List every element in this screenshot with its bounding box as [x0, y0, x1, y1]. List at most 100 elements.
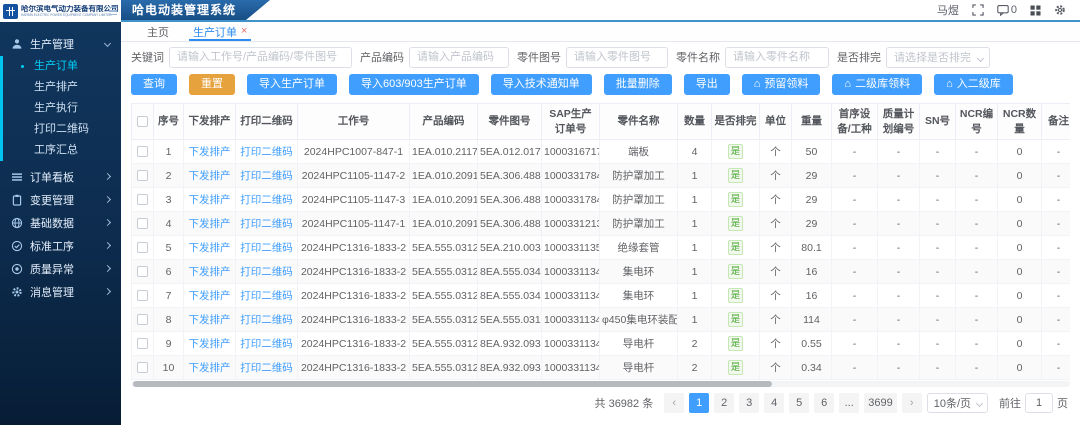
row-checkbox[interactable] [137, 194, 148, 205]
goto-page-input[interactable] [1025, 393, 1053, 413]
dispatch-link[interactable]: 下发排产 [189, 242, 231, 254]
row-checkbox[interactable] [137, 218, 148, 229]
print-qr-link[interactable]: 打印二维码 [240, 314, 293, 326]
company-name: 哈尔滨电气动力装备有限公司 [21, 5, 118, 13]
print-qr-link[interactable]: 打印二维码 [240, 338, 293, 350]
sidebar-item-print-qrcode[interactable]: 打印二维码 [3, 119, 121, 140]
dispatch-link[interactable]: 下发排产 [189, 146, 231, 158]
row-checkbox[interactable] [137, 266, 148, 277]
scheduled-badge: 是 [728, 288, 744, 303]
tab-home[interactable]: 主页 [135, 22, 181, 41]
apps-grid-icon[interactable] [1030, 5, 1041, 16]
sidebar-item-process-summary[interactable]: 工序汇总 [3, 140, 121, 161]
column-header: SAP生产订单号 [542, 104, 600, 140]
sidebar-group-message-mgmt[interactable]: 消息管理 [0, 280, 121, 303]
part-drawing-input[interactable] [566, 47, 668, 68]
filter-bar: 关键词 产品编码 零件图号 零件名称 是否排完 [131, 46, 1070, 68]
into-secondary-button[interactable]: ⌂入二级库 [934, 74, 1013, 95]
tab-close-icon[interactable]: × [241, 26, 247, 37]
column-header: 工作号 [298, 104, 410, 140]
scrollbar-thumb[interactable] [133, 381, 772, 387]
part-drawing-label: 零件图号 [517, 49, 561, 65]
sidebar-item-production-scheduling[interactable]: 生产排产 [3, 77, 121, 98]
row-checkbox[interactable] [137, 170, 148, 181]
part-name-input[interactable] [725, 47, 829, 68]
print-qr-link[interactable]: 打印二维码 [240, 146, 293, 158]
sidebar-group-base-data[interactable]: 基础数据 [0, 211, 121, 234]
row-checkbox[interactable] [137, 290, 148, 301]
row-checkbox[interactable] [137, 146, 148, 157]
row-checkbox[interactable] [137, 314, 148, 325]
export-button[interactable]: 导出 [684, 74, 730, 95]
column-header: SN号 [920, 104, 956, 140]
chevron-right-icon [104, 173, 111, 180]
column-header: NCR数量 [998, 104, 1042, 140]
page-button[interactable]: 4 [764, 393, 784, 413]
print-qr-link[interactable]: 打印二维码 [240, 194, 293, 206]
import-603-button[interactable]: 导入603/903生产订单 [349, 74, 479, 95]
horizontal-scrollbar[interactable] [131, 381, 1070, 387]
pagination: 共 36982 条 ‹ 123456...3699 › 10条/页 前往 页 [131, 393, 1070, 413]
print-qr-link[interactable]: 打印二维码 [240, 170, 293, 182]
user-name[interactable]: 马煜 [937, 2, 959, 18]
page-button[interactable]: 6 [814, 393, 834, 413]
prev-page-button[interactable]: ‹ [664, 393, 684, 413]
next-page-button[interactable]: › [902, 393, 922, 413]
chevron-down-icon [976, 400, 983, 407]
print-qr-link[interactable]: 打印二维码 [240, 242, 293, 254]
import-tech-notice-button[interactable]: 导入技术通知单 [491, 74, 592, 95]
column-header: 零件图号 [478, 104, 542, 140]
batch-delete-button[interactable]: 批量删除 [604, 74, 672, 95]
sidebar-group-quality-anomaly[interactable]: 质量异常 [0, 257, 121, 280]
row-checkbox[interactable] [137, 362, 148, 373]
product-code-input[interactable] [409, 47, 509, 68]
page-ellipsis[interactable]: ... [839, 393, 859, 413]
message-icon[interactable]: 0 [997, 4, 1017, 16]
dispatch-link[interactable]: 下发排产 [189, 338, 231, 350]
page-size-select[interactable]: 10条/页 [927, 393, 988, 413]
app-window: 哈尔滨电气动力装备有限公司 HARBIN ELECTRIC POWER EQUI… [0, 0, 1080, 425]
tab-production-order[interactable]: 生产订单 × [181, 22, 259, 41]
row-checkbox[interactable] [137, 242, 148, 253]
sidebar-item-production-execution[interactable]: 生产执行 [3, 98, 121, 119]
query-button[interactable]: 查询 [131, 74, 177, 95]
dispatch-link[interactable]: 下发排产 [189, 170, 231, 182]
sidebar-collapse-icon[interactable] [109, 0, 121, 22]
sidebar-group-standard-process[interactable]: 标准工序 [0, 234, 121, 257]
sidebar-item-production-order[interactable]: 生产订单 [3, 56, 121, 77]
print-qr-link[interactable]: 打印二维码 [240, 218, 293, 230]
column-header: 打印二维码 [236, 104, 298, 140]
print-qr-link[interactable]: 打印二维码 [240, 266, 293, 278]
product-code-label: 产品编码 [360, 49, 404, 65]
page-button[interactable]: 1 [689, 393, 709, 413]
fullscreen-icon[interactable] [972, 4, 984, 16]
sidebar-group-order-board[interactable]: 订单看板 [0, 165, 121, 188]
secondary-pick-button[interactable]: ⌂二级库领料 [832, 74, 922, 95]
dispatch-link[interactable]: 下发排产 [189, 362, 231, 374]
scheduled-select[interactable]: 请选择是否排完 [886, 47, 990, 68]
sidebar-group-production[interactable]: 生产管理 [0, 32, 121, 55]
table-row: 9下发排产打印二维码2024HPC1316-1833-25EA.555.0312… [132, 332, 1071, 356]
table-row: 10下发排产打印二维码2024HPC1316-1833-25EA.555.031… [132, 356, 1071, 380]
print-qr-link[interactable]: 打印二维码 [240, 290, 293, 302]
dispatch-link[interactable]: 下发排产 [189, 290, 231, 302]
keyword-label: 关键词 [131, 49, 164, 65]
sidebar-group-change-mgmt[interactable]: 变更管理 [0, 188, 121, 211]
reserve-material-button[interactable]: ⌂预留领料 [742, 74, 821, 95]
page-button[interactable]: 3699 [864, 393, 896, 413]
dispatch-link[interactable]: 下发排产 [189, 314, 231, 326]
select-all-checkbox[interactable] [137, 116, 148, 127]
page-button[interactable]: 3 [739, 393, 759, 413]
dispatch-link[interactable]: 下发排产 [189, 194, 231, 206]
dispatch-link[interactable]: 下发排产 [189, 266, 231, 278]
print-qr-link[interactable]: 打印二维码 [240, 362, 293, 374]
dispatch-link[interactable]: 下发排产 [189, 218, 231, 230]
main-area: 哈电动装管理系统 马煜 0 主页 [121, 0, 1080, 425]
reset-button[interactable]: 重置 [189, 74, 235, 95]
keyword-input[interactable] [169, 47, 352, 68]
settings-gear-icon[interactable] [1054, 4, 1066, 16]
import-order-button[interactable]: 导入生产订单 [247, 74, 337, 95]
row-checkbox[interactable] [137, 338, 148, 349]
page-button[interactable]: 5 [789, 393, 809, 413]
page-button[interactable]: 2 [714, 393, 734, 413]
